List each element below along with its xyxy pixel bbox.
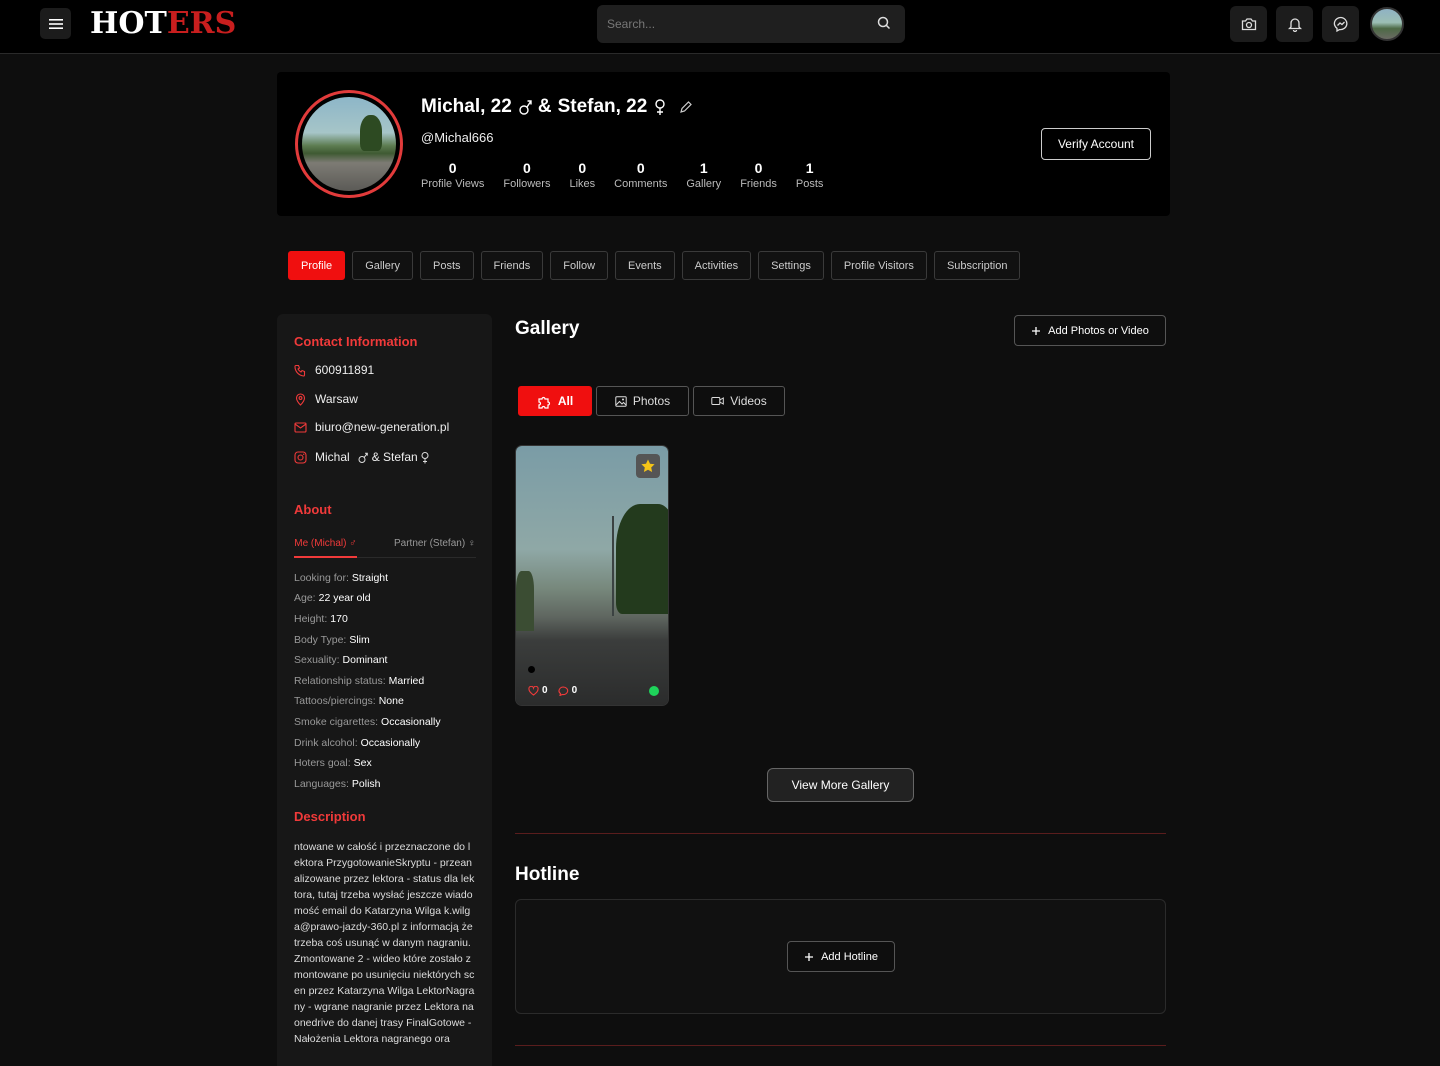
male-icon [519,100,532,115]
tab-events[interactable]: Events [615,251,675,280]
like-count[interactable]: 0 [528,685,548,696]
attr-tattoos: Tattoos/piercings: None [294,695,404,707]
tab-posts[interactable]: Posts [420,251,474,280]
profile-avatar[interactable] [295,90,403,198]
gallery-item[interactable]: 0 0 [515,445,669,706]
hotline-title: Hotline [515,864,580,885]
puzzle-icon [538,396,550,409]
contact-phone: 600911891 [294,363,374,377]
tab-gallery[interactable]: Gallery [352,251,414,280]
add-photos-button[interactable]: Add Photos or Video [1014,315,1166,346]
attr-sexuality: Sexuality: Dominant [294,654,388,666]
about-title: About [294,502,332,517]
mail-icon [294,421,307,433]
plus-icon [1032,326,1041,335]
female-icon: ♀ [467,538,476,549]
stat-friends[interactable]: 0 Friends [740,159,777,190]
gallery-title: Gallery [515,318,580,339]
notifications-button[interactable] [1276,6,1313,42]
filter-videos[interactable]: Videos [693,386,785,416]
camera-icon [1241,18,1256,31]
profile-sidebar: Contact Information 600911891 Warsaw biu… [277,314,492,1066]
about-tabs: Me (Michal) ♂ Partner (Stefan) ♀ [294,536,476,558]
add-hotline-button[interactable]: Add Hotline [787,941,895,972]
comment-count[interactable]: 0 [558,685,577,696]
video-icon [711,397,725,405]
stat-posts[interactable]: 1 Posts [796,159,824,190]
comment-icon [558,685,568,696]
attr-body-type: Body Type: Slim [294,634,370,646]
about-tab-partner[interactable]: Partner (Stefan) ♀ [394,538,475,558]
attr-languages: Languages: Polish [294,778,381,790]
user-avatar[interactable] [1370,7,1404,41]
messenger-icon [1333,16,1347,32]
search-input[interactable] [607,5,867,43]
view-more-gallery-button[interactable]: View More Gallery [767,768,914,802]
attr-looking-for: Looking for: Straight [294,572,389,584]
stat-followers[interactable]: 0 Followers [503,159,550,190]
edit-icon[interactable] [679,100,693,114]
messenger-button[interactable] [1322,6,1359,42]
search-icon[interactable] [877,16,891,30]
logo[interactable]: HOTERS [90,4,236,44]
profile-header: Michal, 22 & Stefan, 22 @Michal666 0 Prof… [277,72,1170,216]
image-icon [615,395,627,407]
female-icon [421,451,429,463]
location-pin-icon [295,392,306,406]
description-text: ntowane w całość i przeznaczone do lekto… [294,841,475,1045]
phone-icon [294,364,306,377]
stat-likes[interactable]: 0 Likes [569,159,595,190]
profile-name: Michal, 22 & Stefan, 22 [421,96,693,118]
tab-follow[interactable]: Follow [550,251,609,280]
stat-gallery[interactable]: 1 Gallery [686,159,721,190]
bell-icon [1287,18,1302,32]
tab-subscription[interactable]: Subscription [933,251,1021,280]
attr-goal: Hoters goal: Sex [294,757,372,769]
online-indicator [649,686,659,696]
camera-button[interactable] [1230,6,1267,42]
section-divider [515,833,1166,834]
contact-instagram: Michal & Stefan [294,450,430,464]
section-divider [515,1045,1166,1046]
attr-height: Height: 170 [294,613,348,625]
description-title: Description [294,809,366,824]
female-icon [655,99,666,115]
attr-smoke: Smoke cigarettes: Occasionally [294,716,441,728]
male-icon [358,452,368,463]
attr-relationship: Relationship status: Married [294,675,425,687]
featured-star-button[interactable] [636,454,660,478]
instagram-icon [294,450,307,464]
about-tab-me[interactable]: Me (Michal) ♂ [294,538,357,558]
male-icon: ♂ [349,538,357,549]
plus-icon [805,952,814,961]
hamburger-icon [48,18,63,29]
contact-city: Warsaw [294,392,358,406]
tab-profile[interactable]: Profile [288,251,346,280]
tab-activities[interactable]: Activities [681,251,752,280]
attr-age: Age: 22 year old [294,592,371,604]
menu-button[interactable] [40,8,71,39]
profile-stats: 0 Profile Views 0 Followers 0 Likes 0 Commen… [421,159,823,190]
stat-comments[interactable]: 0 Comments [614,159,667,190]
filter-photos[interactable]: Photos [596,386,689,416]
profile-handle: @Michal666 [421,130,494,145]
contact-title: Contact Information [294,334,418,349]
profile-tabs: Profile Gallery Posts Friends Follow Eve… [288,251,1021,280]
filter-all[interactable]: All [518,386,592,416]
gallery-photo [516,446,668,705]
attr-drink: Drink alcohol: Occasionally [294,737,421,749]
tab-profile-visitors[interactable]: Profile Visitors [830,251,927,280]
search-bar [597,5,905,43]
hotline-box: Add Hotline [515,899,1166,1014]
gallery-item-reactions: 0 0 [528,685,577,696]
stat-profile-views[interactable]: 0 Profile Views [421,159,484,190]
verify-account-button[interactable]: Verify Account [1041,128,1151,160]
tab-settings[interactable]: Settings [758,251,824,280]
tab-friends[interactable]: Friends [480,251,544,280]
top-bar: HOTERS [0,0,1440,54]
heart-icon [528,685,539,696]
profile-photo [302,97,396,191]
star-icon [641,459,655,472]
contact-email: biuro@new-generation.pl [294,420,449,434]
